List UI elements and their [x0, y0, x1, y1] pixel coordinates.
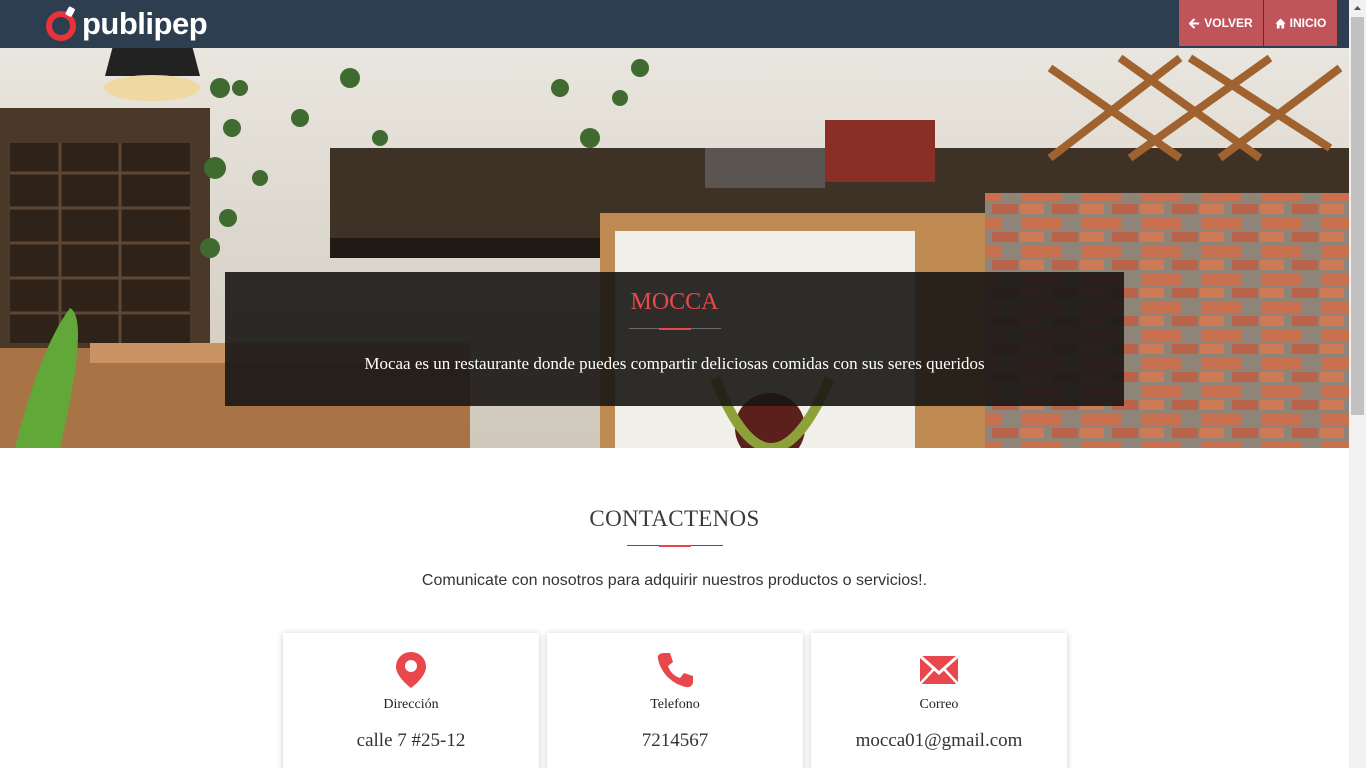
scroll-up-arrow-icon[interactable]	[1349, 0, 1366, 17]
address-label: Dirección	[383, 697, 439, 712]
page-scrollbar[interactable]	[1349, 0, 1366, 768]
hero-description: Mocaa es un restaurante donde puedes com…	[364, 354, 985, 373]
email-label: Correo	[919, 697, 959, 712]
hero-title: MOCCA	[630, 289, 719, 315]
back-button[interactable]: VOLVER	[1179, 0, 1263, 46]
address-value: calle 7 #25-12	[356, 730, 466, 751]
phone-icon[interactable]	[655, 650, 695, 690]
hero-title-divider-accent	[659, 328, 691, 330]
home-button-label: INICIO	[1289, 16, 1327, 30]
contact-card-phone: Telefono 7214567	[547, 633, 803, 768]
back-button-label: VOLVER	[1204, 16, 1253, 30]
contact-section-title: CONTACTENOS	[589, 506, 760, 531]
email-value[interactable]: mocca01@gmail.com	[811, 730, 1067, 752]
envelope-icon[interactable]	[919, 650, 959, 690]
scrollbar-thumb[interactable]	[1351, 17, 1364, 415]
top-navbar: publipep VOLVER INICIO	[0, 0, 1349, 48]
location-pin-icon	[396, 652, 426, 688]
phone-value: 7214567	[641, 730, 709, 751]
contact-card-address: Dirección calle 7 #25-12	[283, 633, 539, 768]
home-icon	[1275, 17, 1286, 29]
phone-label: Telefono	[650, 697, 700, 712]
contact-card-email: Correo mocca01@gmail.com	[811, 633, 1067, 768]
hero-caption-box: MOCCA Mocaa es un restaurante donde pued…	[225, 272, 1124, 406]
brand-logo[interactable]: publipep	[46, 2, 208, 46]
contact-title-divider-accent	[659, 545, 691, 547]
home-button[interactable]: INICIO	[1264, 0, 1337, 46]
arrow-left-icon	[1189, 17, 1200, 29]
logo-mark-icon	[46, 6, 76, 41]
contact-subtitle: Comunicate con nosotros para adquirir nu…	[421, 572, 928, 589]
hero-banner: MOCCA Mocaa es un restaurante donde pued…	[0, 48, 1349, 448]
brand-name: publipep	[82, 6, 208, 41]
